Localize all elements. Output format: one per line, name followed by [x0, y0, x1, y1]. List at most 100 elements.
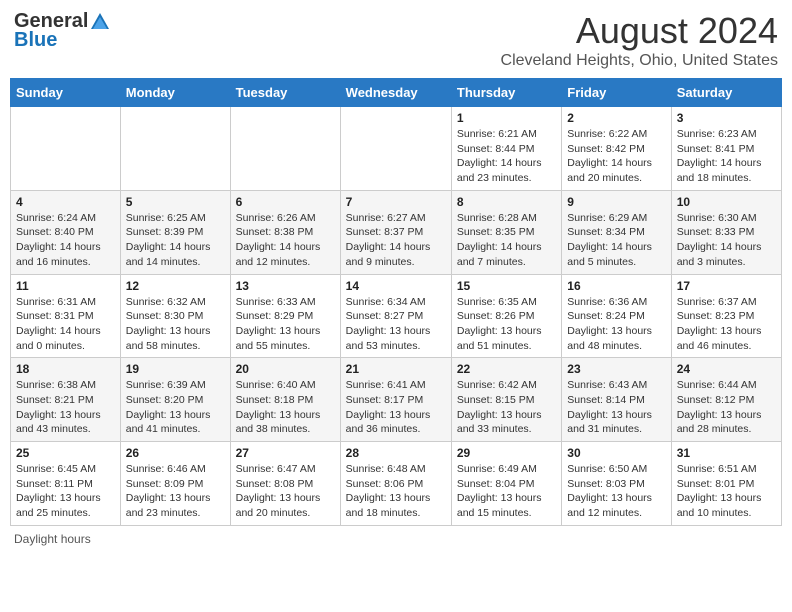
day-number: 6 [236, 195, 335, 209]
table-row: 4 Sunrise: 6:24 AM Sunset: 8:40 PM Daylig… [11, 190, 121, 274]
table-row: 10Sunrise: 6:30 AM Sunset: 8:33 PM Dayli… [671, 190, 781, 274]
day-number: 19 [126, 362, 225, 376]
day-number: 1 [457, 111, 556, 125]
table-row: 22Sunrise: 6:42 AM Sunset: 8:15 PM Dayli… [451, 358, 561, 442]
day-info: Sunrise: 6:24 AM Sunset: 8:40 PM Dayligh… [16, 211, 115, 270]
day-info: Sunrise: 6:27 AM Sunset: 8:37 PM Dayligh… [346, 211, 446, 270]
calendar-row: 18Sunrise: 6:38 AM Sunset: 8:21 PM Dayli… [11, 358, 782, 442]
day-number: 4 [16, 195, 115, 209]
day-number: 2 [567, 111, 665, 125]
day-info: Sunrise: 6:41 AM Sunset: 8:17 PM Dayligh… [346, 378, 446, 437]
logo: General Blue [14, 10, 111, 52]
day-number: 31 [677, 446, 776, 460]
day-info: Sunrise: 6:23 AM Sunset: 8:41 PM Dayligh… [677, 127, 776, 186]
table-row: 11 Sunrise: 6:31 AM Sunset: 8:31 PM Dayli… [11, 274, 121, 358]
day-number: 9 [567, 195, 665, 209]
table-row: 31 Sunrise: 6:51 AM Sunset: 8:01 PM Dayli… [671, 442, 781, 526]
table-row [120, 107, 230, 191]
col-tuesday: Tuesday [230, 79, 340, 107]
day-number: 27 [236, 446, 335, 460]
day-number: 14 [346, 279, 446, 293]
day-info: Sunrise: 6:46 AM Sunset: 8:09 PM Dayligh… [126, 462, 225, 521]
day-info: Sunrise: 6:49 AM Sunset: 8:04 PM Dayligh… [457, 462, 556, 521]
col-friday: Friday [562, 79, 671, 107]
calendar-row: 1 Sunrise: 6:21 AM Sunset: 8:44 PM Daylig… [11, 107, 782, 191]
table-row [340, 107, 451, 191]
day-number: 7 [346, 195, 446, 209]
day-info: Sunrise: 6:31 AM Sunset: 8:31 PM Dayligh… [16, 295, 115, 354]
day-number: 18 [16, 362, 115, 376]
table-row: 30 Sunrise: 6:50 AM Sunset: 8:03 PM Dayli… [562, 442, 671, 526]
logo-blue-text: Blue [14, 29, 57, 52]
table-row: 24Sunrise: 6:44 AM Sunset: 8:12 PM Dayli… [671, 358, 781, 442]
table-row: 25 Sunrise: 6:45 AM Sunset: 8:11 PM Dayli… [11, 442, 121, 526]
day-number: 25 [16, 446, 115, 460]
day-info: Sunrise: 6:39 AM Sunset: 8:20 PM Dayligh… [126, 378, 225, 437]
day-info: Sunrise: 6:43 AM Sunset: 8:14 PM Dayligh… [567, 378, 665, 437]
table-row: 12 Sunrise: 6:32 AM Sunset: 8:30 PM Dayli… [120, 274, 230, 358]
day-info: Sunrise: 6:21 AM Sunset: 8:44 PM Dayligh… [457, 127, 556, 186]
day-number: 28 [346, 446, 446, 460]
day-info: Sunrise: 6:34 AM Sunset: 8:27 PM Dayligh… [346, 295, 446, 354]
day-number: 11 [16, 279, 115, 293]
month-title: August 2024 [501, 10, 778, 52]
table-row: 5 Sunrise: 6:25 AM Sunset: 8:39 PM Daylig… [120, 190, 230, 274]
table-row: 29 Sunrise: 6:49 AM Sunset: 8:04 PM Dayli… [451, 442, 561, 526]
day-info: Sunrise: 6:22 AM Sunset: 8:42 PM Dayligh… [567, 127, 665, 186]
table-row: 28 Sunrise: 6:48 AM Sunset: 8:06 PM Dayli… [340, 442, 451, 526]
day-number: 29 [457, 446, 556, 460]
day-info: Sunrise: 6:42 AM Sunset: 8:15 PM Dayligh… [457, 378, 556, 437]
table-row: 17Sunrise: 6:37 AM Sunset: 8:23 PM Dayli… [671, 274, 781, 358]
title-area: August 2024 Cleveland Heights, Ohio, Uni… [501, 10, 778, 70]
day-info: Sunrise: 6:25 AM Sunset: 8:39 PM Dayligh… [126, 211, 225, 270]
col-monday: Monday [120, 79, 230, 107]
calendar-row: 11 Sunrise: 6:31 AM Sunset: 8:31 PM Dayli… [11, 274, 782, 358]
day-number: 20 [236, 362, 335, 376]
table-row: 8 Sunrise: 6:28 AM Sunset: 8:35 PM Daylig… [451, 190, 561, 274]
calendar-table: Sunday Monday Tuesday Wednesday Thursday… [10, 78, 782, 526]
day-info: Sunrise: 6:50 AM Sunset: 8:03 PM Dayligh… [567, 462, 665, 521]
col-wednesday: Wednesday [340, 79, 451, 107]
table-row: 19 Sunrise: 6:39 AM Sunset: 8:20 PM Dayli… [120, 358, 230, 442]
day-number: 8 [457, 195, 556, 209]
logo-icon [89, 11, 111, 33]
day-number: 23 [567, 362, 665, 376]
day-info: Sunrise: 6:26 AM Sunset: 8:38 PM Dayligh… [236, 211, 335, 270]
table-row: 27 Sunrise: 6:47 AM Sunset: 8:08 PM Dayli… [230, 442, 340, 526]
footer-daylight: Daylight hours [10, 532, 782, 546]
day-number: 5 [126, 195, 225, 209]
day-info: Sunrise: 6:37 AM Sunset: 8:23 PM Dayligh… [677, 295, 776, 354]
table-row: 18Sunrise: 6:38 AM Sunset: 8:21 PM Dayli… [11, 358, 121, 442]
table-row: 14 Sunrise: 6:34 AM Sunset: 8:27 PM Dayli… [340, 274, 451, 358]
day-number: 15 [457, 279, 556, 293]
day-info: Sunrise: 6:36 AM Sunset: 8:24 PM Dayligh… [567, 295, 665, 354]
day-number: 3 [677, 111, 776, 125]
table-row: 6 Sunrise: 6:26 AM Sunset: 8:38 PM Daylig… [230, 190, 340, 274]
day-number: 30 [567, 446, 665, 460]
day-info: Sunrise: 6:29 AM Sunset: 8:34 PM Dayligh… [567, 211, 665, 270]
day-info: Sunrise: 6:48 AM Sunset: 8:06 PM Dayligh… [346, 462, 446, 521]
page-header: General Blue August 2024 Cleveland Heigh… [10, 10, 782, 70]
table-row: 9 Sunrise: 6:29 AM Sunset: 8:34 PM Daylig… [562, 190, 671, 274]
day-info: Sunrise: 6:47 AM Sunset: 8:08 PM Dayligh… [236, 462, 335, 521]
table-row: 3 Sunrise: 6:23 AM Sunset: 8:41 PM Daylig… [671, 107, 781, 191]
day-number: 16 [567, 279, 665, 293]
day-number: 26 [126, 446, 225, 460]
day-info: Sunrise: 6:32 AM Sunset: 8:30 PM Dayligh… [126, 295, 225, 354]
day-number: 12 [126, 279, 225, 293]
table-row: 1 Sunrise: 6:21 AM Sunset: 8:44 PM Daylig… [451, 107, 561, 191]
day-number: 13 [236, 279, 335, 293]
day-info: Sunrise: 6:45 AM Sunset: 8:11 PM Dayligh… [16, 462, 115, 521]
table-row: 21Sunrise: 6:41 AM Sunset: 8:17 PM Dayli… [340, 358, 451, 442]
day-info: Sunrise: 6:33 AM Sunset: 8:29 PM Dayligh… [236, 295, 335, 354]
table-row: 23 Sunrise: 6:43 AM Sunset: 8:14 PM Dayli… [562, 358, 671, 442]
table-row: 20 Sunrise: 6:40 AM Sunset: 8:18 PM Dayli… [230, 358, 340, 442]
day-info: Sunrise: 6:28 AM Sunset: 8:35 PM Dayligh… [457, 211, 556, 270]
location-title: Cleveland Heights, Ohio, United States [501, 52, 778, 70]
day-info: Sunrise: 6:40 AM Sunset: 8:18 PM Dayligh… [236, 378, 335, 437]
table-row: 13 Sunrise: 6:33 AM Sunset: 8:29 PM Dayli… [230, 274, 340, 358]
calendar-row: 4 Sunrise: 6:24 AM Sunset: 8:40 PM Daylig… [11, 190, 782, 274]
day-info: Sunrise: 6:51 AM Sunset: 8:01 PM Dayligh… [677, 462, 776, 521]
table-row: 15Sunrise: 6:35 AM Sunset: 8:26 PM Dayli… [451, 274, 561, 358]
day-info: Sunrise: 6:30 AM Sunset: 8:33 PM Dayligh… [677, 211, 776, 270]
